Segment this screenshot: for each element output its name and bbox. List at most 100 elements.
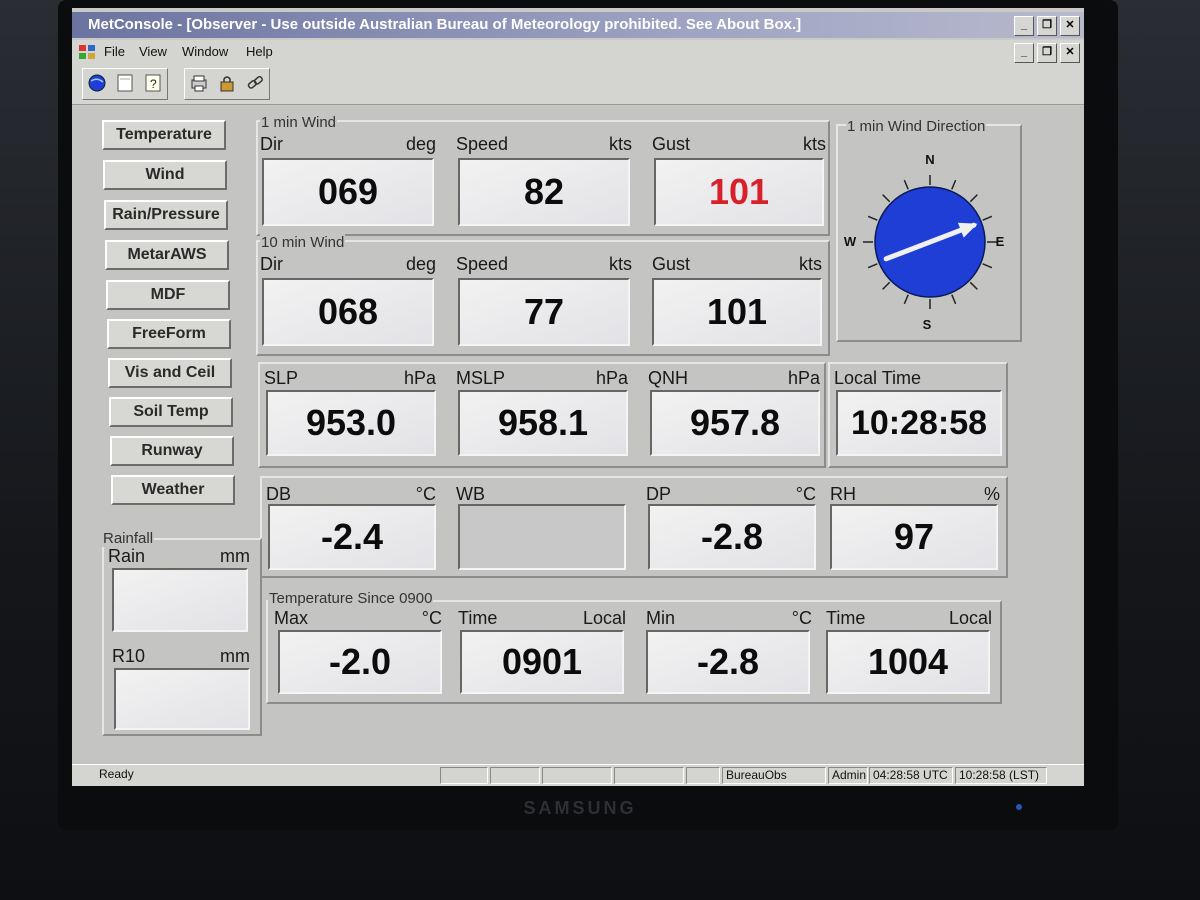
mslp-label: MSLP <box>456 368 506 388</box>
compass-tick <box>867 215 878 221</box>
wind-direction-compass: N E S W <box>844 152 1005 332</box>
wind1-speed-label: Speed <box>456 134 509 154</box>
compass-e-label: E <box>996 234 1005 249</box>
min-label: Min <box>646 608 676 628</box>
globe-icon[interactable] <box>83 69 111 97</box>
help-question-icon[interactable]: ? <box>139 69 167 97</box>
status-pane-empty-1 <box>440 767 488 784</box>
max-unit: °C <box>421 608 442 628</box>
window-title: MetConsole - [Observer - Use outside Aus… <box>88 16 802 33</box>
close-button[interactable]: ✕ <box>1060 16 1080 36</box>
wind10-dir-value: 068 <box>262 278 434 346</box>
wind-10min-title: 10 min Wind <box>260 234 346 251</box>
minimize-button[interactable]: _ <box>1014 16 1034 36</box>
wind10-gust-value: 101 <box>652 278 822 346</box>
status-station: BureauObs <box>722 767 826 784</box>
child-window-controls: _ ❐ ✕ <box>1014 43 1080 63</box>
title-bar[interactable]: MetConsole - [Observer - Use outside Aus… <box>72 12 1084 38</box>
wind10-dir-unit: deg <box>405 254 436 274</box>
compass-tick <box>867 263 878 269</box>
rainfall-title: Rainfall <box>102 530 155 547</box>
rain-unit: mm <box>220 546 250 566</box>
restore-button[interactable]: ❐ <box>1037 16 1057 36</box>
wb-value <box>458 504 626 570</box>
min-time-label: Time <box>826 608 866 628</box>
wind1-speed-value: 82 <box>458 158 630 226</box>
rh-unit: % <box>983 484 1000 504</box>
nav-runway-button[interactable]: Runway <box>110 436 234 466</box>
rh-value: 97 <box>830 504 998 570</box>
nav-mdf-button[interactable]: MDF <box>106 280 230 310</box>
max-time-unit: Local <box>582 608 626 628</box>
compass-w-label: W <box>844 234 857 249</box>
slp-unit: hPa <box>403 368 436 388</box>
min-time-unit: Local <box>948 608 992 628</box>
status-pane-empty-4 <box>614 767 684 784</box>
slp-value: 953.0 <box>266 390 436 456</box>
qnh-label: QNH <box>648 368 688 388</box>
min-unit: °C <box>791 608 812 628</box>
lock-icon[interactable] <box>213 69 241 97</box>
compass-tick <box>951 179 957 190</box>
child-minimize-button[interactable]: _ <box>1014 43 1034 63</box>
wind1-dir-unit: deg <box>405 134 436 154</box>
nav-rain-pressure-button[interactable]: Rain/Pressure <box>104 200 228 230</box>
r10-label: R10 <box>112 646 146 666</box>
wind1-speed-unit: kts <box>608 134 632 154</box>
toolbar-group-1: ? <box>82 68 168 100</box>
toolbar: ? <box>72 64 1084 105</box>
wind10-gust-unit: kts <box>798 254 822 274</box>
compass-n-label: N <box>925 152 934 167</box>
app-icon[interactable] <box>78 43 96 61</box>
blank-doc-icon[interactable] <box>111 69 139 97</box>
slp-label: SLP <box>264 368 299 388</box>
compass-tick <box>982 215 993 221</box>
wind10-speed-unit: kts <box>608 254 632 274</box>
window-controls: _ ❐ ✕ <box>1014 16 1080 36</box>
min-time-value: 1004 <box>826 630 990 694</box>
power-led <box>1016 804 1022 810</box>
status-pane-empty-2 <box>490 767 540 784</box>
monitor: SAMSUNG MetConsole - [Observer - Use out… <box>0 0 1200 900</box>
printer-icon[interactable] <box>185 69 213 97</box>
since-0900-title: Temperature Since 0900 <box>268 590 434 607</box>
qnh-unit: hPa <box>787 368 820 388</box>
status-user: Admin <box>828 767 868 784</box>
max-value: -2.0 <box>278 630 442 694</box>
nav-weather-button[interactable]: Weather <box>111 475 235 505</box>
db-value: -2.4 <box>268 504 436 570</box>
menu-view[interactable]: View <box>139 44 167 59</box>
dp-label: DP <box>646 484 672 504</box>
status-ready: Ready <box>99 767 134 781</box>
child-close-button[interactable]: ✕ <box>1060 43 1080 63</box>
db-label: DB <box>266 484 292 504</box>
nav-metaraws-button[interactable]: MetarAWS <box>105 240 229 270</box>
compass-tick <box>982 263 993 269</box>
db-unit: °C <box>415 484 436 504</box>
nav-wind-button[interactable]: Wind <box>103 160 227 190</box>
main-panel: Temperature Wind Rain/Pressure MetarAWS … <box>72 106 1084 764</box>
nav-vis-ceil-button[interactable]: Vis and Ceil <box>108 358 232 388</box>
mslp-value: 958.1 <box>458 390 628 456</box>
status-pane-empty-3 <box>542 767 612 784</box>
compass-tick <box>882 281 891 290</box>
min-value: -2.8 <box>646 630 810 694</box>
status-pane-empty-5 <box>686 767 720 784</box>
nav-temperature-button[interactable]: Temperature <box>102 120 226 150</box>
menu-window[interactable]: Window <box>182 44 228 59</box>
link-icon[interactable] <box>241 69 269 97</box>
nav-freeform-button[interactable]: FreeForm <box>107 319 231 349</box>
wind10-speed-label: Speed <box>456 254 509 274</box>
status-bar: Ready BureauObs Admin 04:28:58 UTC 10:28… <box>72 764 1084 786</box>
compass-tick <box>969 281 978 290</box>
wind1-dir-label: Dir <box>260 134 283 154</box>
wind10-dir-label: Dir <box>260 254 283 274</box>
compass-tick <box>951 294 957 305</box>
nav-soil-temp-button[interactable]: Soil Temp <box>109 397 233 427</box>
menu-help[interactable]: Help <box>246 44 273 59</box>
compass-tick <box>903 294 909 305</box>
compass-tick <box>969 194 978 203</box>
menu-file[interactable]: File <box>104 44 125 59</box>
child-restore-button[interactable]: ❐ <box>1037 43 1057 63</box>
dp-value: -2.8 <box>648 504 816 570</box>
